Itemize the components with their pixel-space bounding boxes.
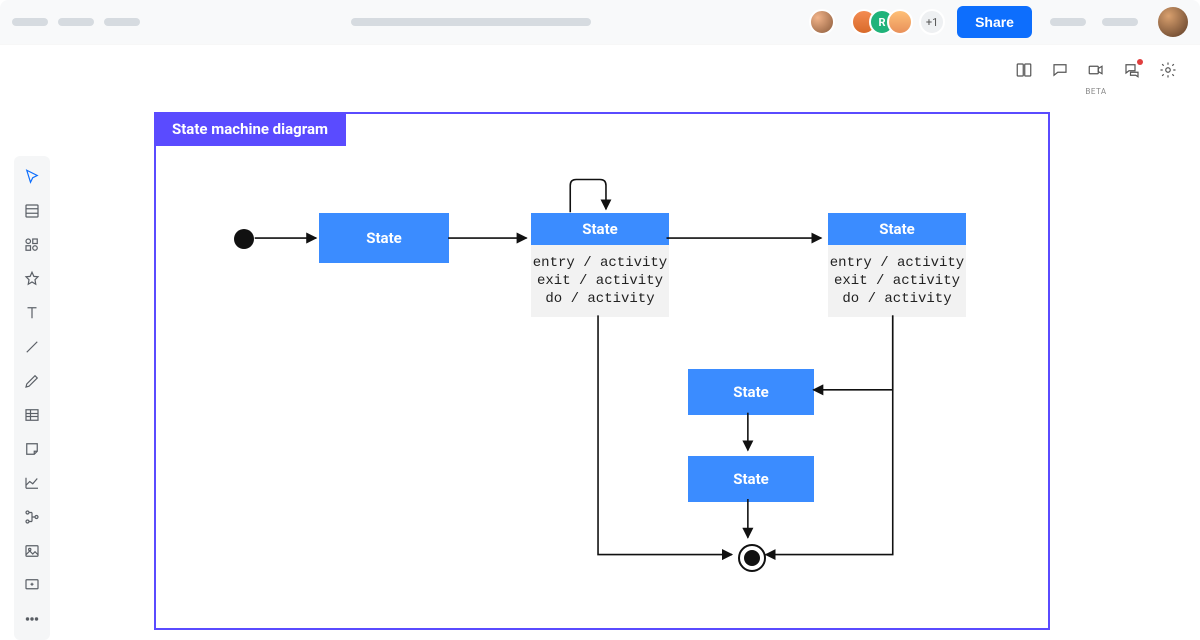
presence-avatar-stack[interactable]: R: [851, 9, 913, 35]
state-node[interactable]: State: [688, 456, 814, 502]
beta-badge: BETA: [1085, 87, 1106, 96]
connector-tool-icon[interactable]: [14, 500, 50, 534]
toolbar-placeholder: [1050, 18, 1086, 26]
activity-line: do / activity: [842, 291, 951, 307]
frame-title[interactable]: State machine diagram: [154, 112, 346, 146]
star-tool-icon[interactable]: [14, 262, 50, 296]
top-bar: R +1 Share: [0, 0, 1200, 44]
select-tool-icon[interactable]: [14, 160, 50, 194]
table-tool-icon[interactable]: [14, 398, 50, 432]
final-state-node[interactable]: [738, 544, 766, 572]
video-icon[interactable]: BETA: [1080, 54, 1112, 86]
image-tool-icon[interactable]: [14, 534, 50, 568]
canvas-frame[interactable]: State machine diagram State State entry …: [154, 112, 1050, 630]
notification-dot-icon: [1137, 59, 1143, 65]
pen-tool-icon[interactable]: [14, 364, 50, 398]
edge-layer: [156, 114, 1048, 628]
sticky-note-tool-icon[interactable]: [14, 432, 50, 466]
profile-avatar[interactable]: [1158, 7, 1188, 37]
state-node[interactable]: State: [531, 213, 669, 245]
line-tool-icon[interactable]: [14, 330, 50, 364]
toolbar-placeholder: [1102, 18, 1138, 26]
presence-avatar[interactable]: [887, 9, 913, 35]
chat-icon[interactable]: [1116, 54, 1148, 86]
state-node[interactable]: State: [319, 213, 449, 263]
chart-tool-icon[interactable]: [14, 466, 50, 500]
menu-placeholder-group: [12, 18, 140, 26]
activity-line: exit / activity: [834, 273, 960, 289]
activity-line: entry / activity: [533, 255, 667, 271]
menu-placeholder: [104, 18, 140, 26]
frame-tool-icon[interactable]: [14, 194, 50, 228]
view-toolbar: BETA: [1008, 54, 1184, 86]
settings-icon[interactable]: [1152, 54, 1184, 86]
state-node[interactable]: State: [828, 213, 966, 245]
activity-line: exit / activity: [537, 273, 663, 289]
comments-icon[interactable]: [1044, 54, 1076, 86]
state-node[interactable]: State: [688, 369, 814, 415]
initial-state-node[interactable]: [234, 229, 254, 249]
text-tool-icon[interactable]: [14, 296, 50, 330]
more-tools-icon[interactable]: [14, 602, 50, 636]
presence-avatar[interactable]: [809, 9, 835, 35]
activity-line: entry / activity: [830, 255, 964, 271]
share-button[interactable]: Share: [957, 6, 1032, 38]
presence-overflow-badge[interactable]: +1: [919, 9, 945, 35]
activity-line: do / activity: [545, 291, 654, 307]
title-placeholder: [351, 18, 591, 26]
state-activities[interactable]: entry / activity exit / activity do / ac…: [531, 245, 669, 317]
tool-strip: [14, 156, 50, 640]
menu-placeholder: [12, 18, 48, 26]
state-activities[interactable]: entry / activity exit / activity do / ac…: [828, 245, 966, 317]
comment-tool-icon[interactable]: [14, 568, 50, 602]
menu-placeholder: [58, 18, 94, 26]
panels-icon[interactable]: [1008, 54, 1040, 86]
shapes-tool-icon[interactable]: [14, 228, 50, 262]
